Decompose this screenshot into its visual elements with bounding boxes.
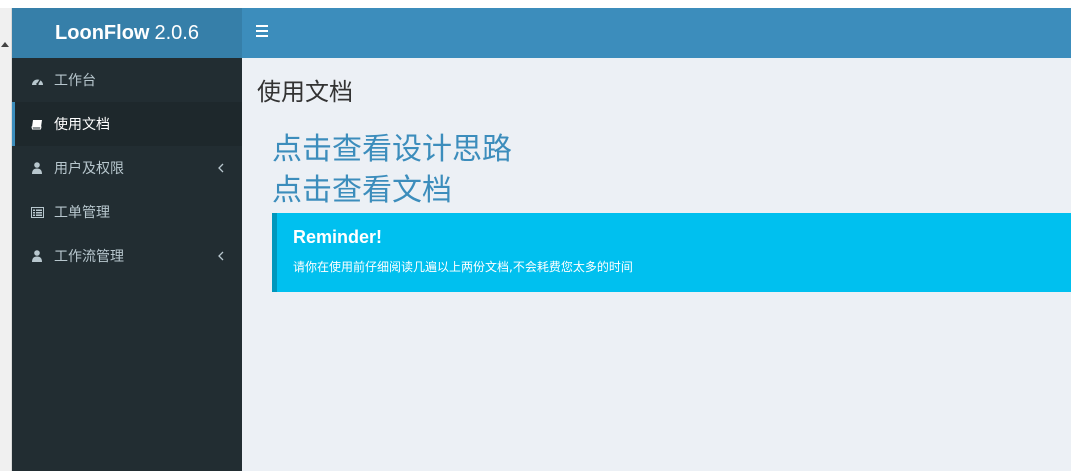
app-window: LoonFlow 2.0.6 工作台 使用文档 用户及权限 工单管理 工作流管理… — [0, 0, 1071, 471]
brand-logo[interactable]: LoonFlow 2.0.6 — [12, 8, 242, 58]
callout-title: Reminder! — [293, 227, 383, 247]
chevron-left-icon — [218, 249, 224, 265]
chevron-left-icon — [218, 161, 224, 177]
sidebar-item-dashboard[interactable]: 工作台 — [12, 58, 242, 102]
sidebar: 工作台 使用文档 用户及权限 工单管理 工作流管理 — [12, 58, 242, 471]
book-icon — [30, 117, 44, 131]
user-icon — [30, 249, 44, 263]
page-title: 使用文档 — [257, 78, 353, 106]
design-doc-link[interactable]: 点击查看设计思路 — [272, 130, 512, 170]
callout-text: 请你在使用前仔细阅读几遍以上两份文档,不会耗费您太多的时间 — [293, 260, 633, 274]
list-icon — [30, 205, 44, 219]
dashboard-icon — [30, 73, 44, 87]
sidebar-item-docs[interactable]: 使用文档 — [12, 102, 242, 146]
window-top-edge — [0, 0, 1071, 8]
main-content: 使用文档 点击查看设计思路 点击查看文档 Reminder! 请你在使用前仔细阅… — [242, 58, 1071, 471]
reminder-callout: Reminder! 请你在使用前仔细阅读几遍以上两份文档,不会耗费您太多的时间 — [272, 213, 1071, 292]
brand-name: LoonFlow — [55, 21, 150, 44]
left-scroll-gutter[interactable] — [0, 8, 12, 471]
sidebar-item-label: 工作台 — [54, 73, 96, 89]
top-navbar — [242, 8, 1071, 58]
scroll-up-arrow-icon[interactable] — [1, 42, 9, 47]
user-icon — [30, 161, 44, 175]
sidebar-item-tickets[interactable]: 工单管理 — [12, 190, 242, 234]
sidebar-item-label: 使用文档 — [54, 117, 110, 133]
sidebar-item-workflows[interactable]: 工作流管理 — [12, 234, 242, 278]
sidebar-item-users-permissions[interactable]: 用户及权限 — [12, 146, 242, 190]
sidebar-item-label: 用户及权限 — [54, 161, 124, 177]
brand-version: 2.0.6 — [154, 21, 199, 44]
documentation-link[interactable]: 点击查看文档 — [272, 171, 452, 211]
sidebar-toggle-hamburger-icon[interactable] — [256, 25, 271, 41]
sidebar-item-label: 工单管理 — [54, 205, 110, 221]
sidebar-item-label: 工作流管理 — [54, 249, 124, 265]
